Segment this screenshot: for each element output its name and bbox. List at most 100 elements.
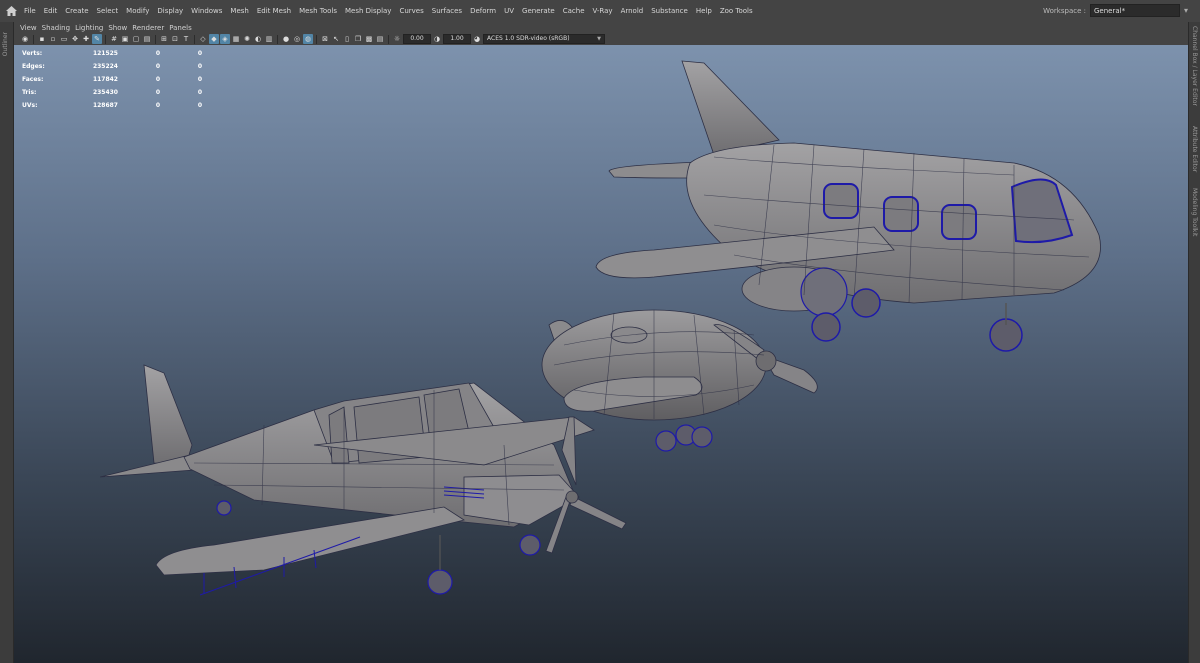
menu-cache[interactable]: Cache xyxy=(559,0,589,22)
select-camera-icon[interactable]: ◉ xyxy=(20,34,30,44)
2d-pan-zoom-icon[interactable]: ✚ xyxy=(81,34,91,44)
gate-mask-icon[interactable]: ▤ xyxy=(142,34,152,44)
workspace-switcher: Workspace : General* ▾ xyxy=(1043,4,1188,17)
camera-icon[interactable]: ▤ xyxy=(375,34,385,44)
toolbar-separator xyxy=(155,34,156,44)
smooth-wireframe-icon[interactable]: ▩ xyxy=(364,34,374,44)
menu-edit[interactable]: Edit xyxy=(40,0,62,22)
menu-uv[interactable]: UV xyxy=(500,0,518,22)
isolate-select-icon[interactable]: ◍ xyxy=(303,34,313,44)
hud-row-edges: Edges: 235224 0 0 xyxy=(22,60,202,73)
cartoon-airliner-model[interactable] xyxy=(595,60,1101,352)
menu-deform[interactable]: Deform xyxy=(466,0,500,22)
x-ray-active-icon[interactable]: ▯ xyxy=(342,34,352,44)
low-poly-plane-model[interactable] xyxy=(99,364,627,596)
scene-render xyxy=(99,60,1101,596)
hud-component: 0 xyxy=(197,50,202,57)
film-gate-icon[interactable]: ▣ xyxy=(120,34,130,44)
poly-count-hud: Verts: 121525 0 0 Edges: 235224 0 0 Face… xyxy=(22,47,202,112)
menu-generate[interactable]: Generate xyxy=(518,0,559,22)
menu-create[interactable]: Create xyxy=(61,0,92,22)
safe-title-icon[interactable]: T xyxy=(181,34,191,44)
shadows-icon[interactable]: ◐ xyxy=(253,34,263,44)
hud-selected: 0 xyxy=(155,76,160,83)
menu-file[interactable]: File xyxy=(20,0,40,22)
panel-menu-show[interactable]: Show xyxy=(108,24,132,32)
modeling-toolkit-tab[interactable]: Modeling Toolkit xyxy=(1191,188,1198,236)
outliner-tab[interactable]: Outliner xyxy=(2,32,9,56)
panel-menu-renderer[interactable]: Renderer xyxy=(132,24,169,32)
hud-value: 235430 xyxy=(92,89,118,96)
ambient-occlusion-icon[interactable]: ▥ xyxy=(264,34,274,44)
panel-menu-lighting[interactable]: Lighting xyxy=(75,24,108,32)
exposure-field[interactable]: 0.00 xyxy=(403,34,431,44)
hud-selected: 0 xyxy=(155,89,160,96)
hud-value: 128687 xyxy=(92,102,118,109)
camera-move-icon[interactable]: ✥ xyxy=(70,34,80,44)
gamma-icon[interactable]: ◑ xyxy=(432,34,442,44)
wireframe-icon[interactable]: ◇ xyxy=(198,34,208,44)
view-transform-dropdown[interactable]: ACES 1.0 SDR-video (sRGB) ▼ xyxy=(483,34,605,44)
toolbar-separator xyxy=(388,34,389,44)
motion-blur-icon[interactable]: ● xyxy=(281,34,291,44)
menu-mesh[interactable]: Mesh xyxy=(226,0,252,22)
menu-curves[interactable]: Curves xyxy=(395,0,427,22)
exposure-icon[interactable]: ☼ xyxy=(392,34,402,44)
toolbar-separator xyxy=(316,34,317,44)
x-ray-icon[interactable]: ⊠ xyxy=(320,34,330,44)
viewport-panel-toolbar: ◉ ▪ ▫ ▭ ✥ ✚ ✎ # ▣ ▢ ▤ ⊞ ⊡ T ◇ ◆ ◈ ▦ ✺ ◐ … xyxy=(14,33,1188,45)
color-management-icon[interactable]: ◕ xyxy=(472,34,482,44)
menu-edit-mesh[interactable]: Edit Mesh xyxy=(253,0,295,22)
home-icon[interactable] xyxy=(2,0,20,22)
menu-select[interactable]: Select xyxy=(93,0,123,22)
panel-menu-shading[interactable]: Shading xyxy=(42,24,75,32)
menu-substance[interactable]: Substance xyxy=(647,0,692,22)
workspace-dropdown[interactable]: General* xyxy=(1089,4,1180,17)
menu-windows[interactable]: Windows xyxy=(187,0,226,22)
backface-culling-icon[interactable]: ❐ xyxy=(353,34,363,44)
x-ray-joints-icon[interactable]: ↖ xyxy=(331,34,341,44)
workspace-value: General* xyxy=(1093,7,1126,15)
safe-action-icon[interactable]: ⊡ xyxy=(170,34,180,44)
panel-menu-view[interactable]: View xyxy=(20,24,42,32)
use-all-lights-icon[interactable]: ✺ xyxy=(242,34,252,44)
3d-viewport[interactable]: Verts: 121525 0 0 Edges: 235224 0 0 Face… xyxy=(14,45,1188,663)
menu-vray[interactable]: V-Ray xyxy=(589,0,617,22)
hud-selected: 0 xyxy=(155,102,160,109)
camera-attributes-icon[interactable]: ▪ xyxy=(37,34,47,44)
menu-arnold[interactable]: Arnold xyxy=(617,0,648,22)
resolution-gate-icon[interactable]: ▢ xyxy=(131,34,141,44)
image-plane-icon[interactable]: ▭ xyxy=(59,34,69,44)
textured-icon[interactable]: ▦ xyxy=(231,34,241,44)
hud-value: 117842 xyxy=(92,76,118,83)
hud-selected: 0 xyxy=(155,63,160,70)
menu-modify[interactable]: Modify xyxy=(122,0,153,22)
multisample-icon[interactable]: ◎ xyxy=(292,34,302,44)
hud-selected: 0 xyxy=(155,50,160,57)
wireframe-on-shaded-icon[interactable]: ◈ xyxy=(220,34,230,44)
bookmarks-icon[interactable]: ▫ xyxy=(48,34,58,44)
grid-icon[interactable]: # xyxy=(109,34,119,44)
menu-surfaces[interactable]: Surfaces xyxy=(428,0,466,22)
attribute-editor-tab[interactable]: Attribute Editor xyxy=(1191,126,1198,172)
menu-display[interactable]: Display xyxy=(153,0,187,22)
panel-menu-panels[interactable]: Panels xyxy=(169,24,197,32)
outliner-tab-strip: Outliner xyxy=(0,22,14,663)
field-chart-icon[interactable]: ⊞ xyxy=(159,34,169,44)
right-tab-strip: Channel Box / Layer Editor Attribute Edi… xyxy=(1188,22,1200,663)
workspace-menu-icon[interactable]: ▾ xyxy=(1184,6,1188,15)
menu-help[interactable]: Help xyxy=(692,0,716,22)
hud-component: 0 xyxy=(197,102,202,109)
workspace-label: Workspace : xyxy=(1043,6,1086,15)
menu-mesh-tools[interactable]: Mesh Tools xyxy=(295,0,341,22)
smooth-shade-icon[interactable]: ◆ xyxy=(209,34,219,44)
hud-component: 0 xyxy=(197,63,202,70)
menu-mesh-display[interactable]: Mesh Display xyxy=(341,0,395,22)
hud-row-uvs: UVs: 128687 0 0 xyxy=(22,99,202,112)
grease-pencil-icon[interactable]: ✎ xyxy=(92,34,102,44)
menu-zoo-tools[interactable]: Zoo Tools xyxy=(716,0,757,22)
channel-box-tab[interactable]: Channel Box / Layer Editor xyxy=(1191,26,1198,106)
chevron-down-icon: ▼ xyxy=(597,36,601,42)
gamma-field[interactable]: 1.00 xyxy=(443,34,471,44)
hud-row-faces: Faces: 117842 0 0 xyxy=(22,73,202,86)
